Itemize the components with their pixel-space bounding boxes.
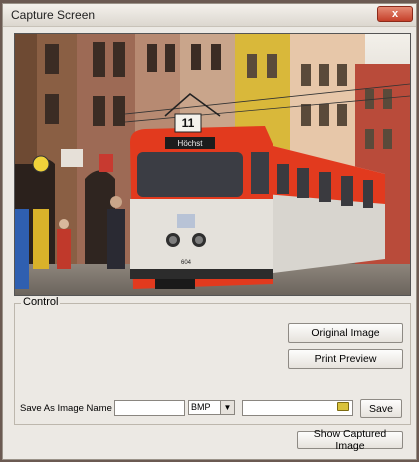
- tram-route-number: 11: [182, 116, 195, 130]
- folder-icon[interactable]: [337, 402, 349, 411]
- image-name-input[interactable]: [114, 400, 185, 416]
- print-preview-button[interactable]: Print Preview: [288, 349, 403, 369]
- save-as-label: Save As Image Name :: [20, 403, 118, 414]
- tram-destination: Höchst: [178, 139, 204, 148]
- title-bar[interactable]: Capture Screen x: [3, 4, 416, 27]
- format-select[interactable]: BMP ▼: [188, 400, 235, 415]
- chevron-down-icon[interactable]: ▼: [220, 401, 234, 414]
- close-button[interactable]: x: [377, 6, 413, 22]
- original-image-button[interactable]: Original Image: [288, 323, 403, 343]
- street-tram-photo: 11 Höchst 604: [15, 34, 410, 295]
- format-select-value: BMP: [191, 402, 211, 412]
- control-group-label: Control: [21, 296, 61, 308]
- window-title: Capture Screen: [11, 8, 96, 22]
- show-captured-image-button[interactable]: Show Captured Image: [297, 428, 403, 452]
- captured-image-preview: 11 Höchst 604: [14, 33, 411, 296]
- tram-fleet-number: 604: [181, 260, 192, 266]
- save-button[interactable]: Save: [360, 399, 402, 418]
- close-icon: x: [391, 8, 399, 20]
